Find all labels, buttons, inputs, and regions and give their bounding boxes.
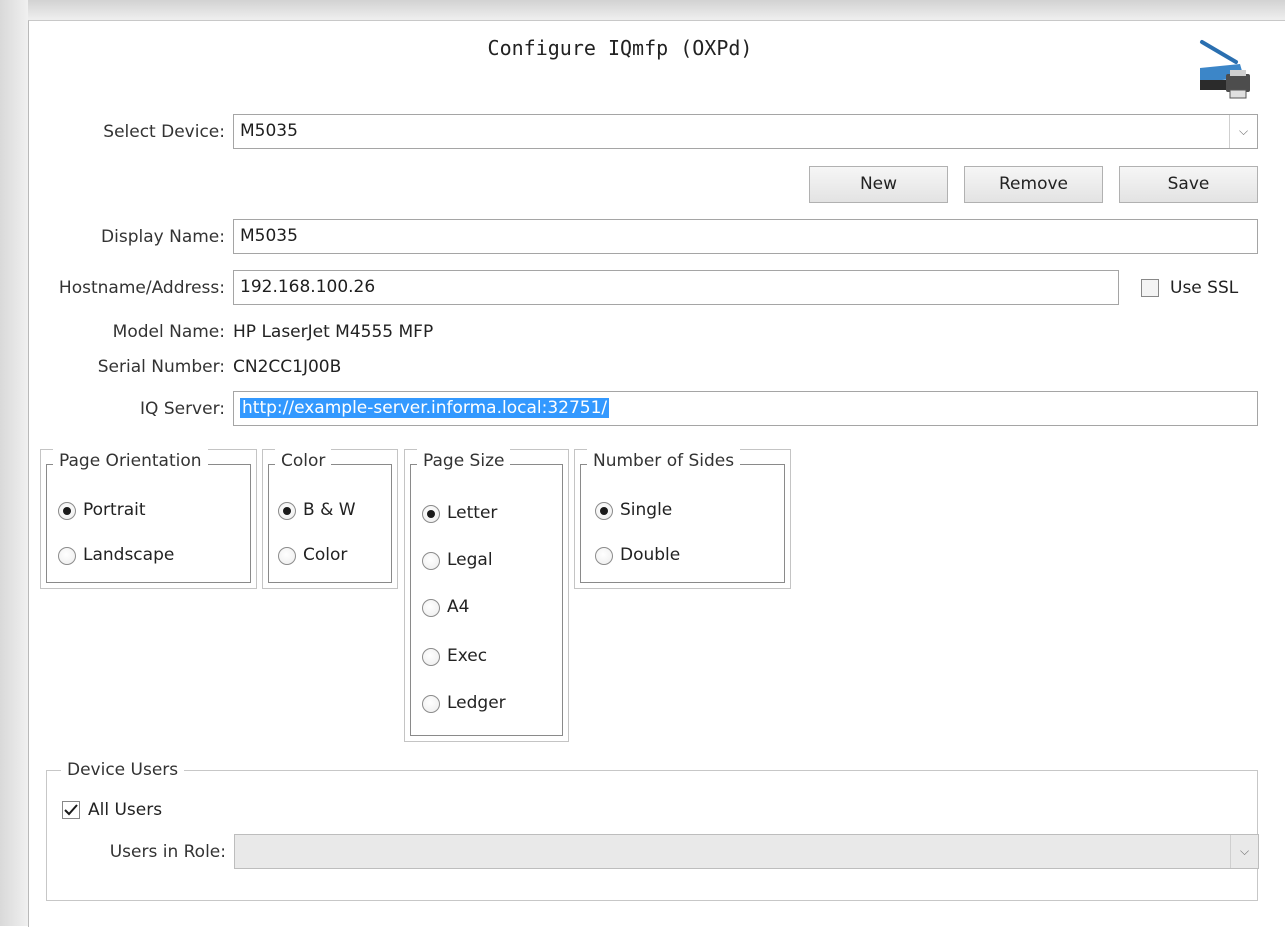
radio-label: A4 — [447, 597, 470, 617]
radio-circle — [595, 547, 613, 565]
display-name-label: Display Name: — [101, 227, 225, 247]
number-of-sides-group: Number of Sides Single Double — [574, 449, 791, 589]
dialog-title: Configure IQmfp (OXPd) — [487, 36, 753, 60]
radio-circle — [595, 502, 613, 520]
iq-server-value: http://example-server.informa.local:3275… — [240, 398, 610, 418]
radio-circle — [278, 547, 296, 565]
page-orientation-frame — [46, 464, 251, 583]
page-size-title: Page Size — [417, 449, 511, 473]
radio-dot — [63, 507, 71, 515]
iq-server-field[interactable]: http://example-server.informa.local:3275… — [233, 391, 1258, 426]
hostname-label: Hostname/Address: — [58, 278, 225, 298]
page-size-group: Page Size Letter Legal A4 Exec Ledger — [404, 449, 569, 742]
radio-label: Double — [620, 545, 681, 565]
radio-label: B & W — [303, 500, 356, 520]
radio-dot — [283, 507, 291, 515]
serial-number-value: CN2CC1J00B — [233, 357, 342, 377]
display-name-field[interactable]: M5035 — [233, 219, 1258, 254]
all-users-checkbox[interactable] — [62, 801, 80, 819]
model-name-value: HP LaserJet M4555 MFP — [233, 322, 434, 342]
radio-label: Landscape — [83, 545, 175, 565]
number-of-sides-title: Number of Sides — [587, 449, 741, 473]
users-in-role-dropdown[interactable]: ⌵ — [234, 834, 1259, 869]
color-title: Color — [275, 449, 332, 473]
radio-circle — [278, 502, 296, 520]
remove-button[interactable]: Remove — [964, 166, 1103, 203]
chevron-down-icon[interactable]: ⌵ — [1230, 835, 1258, 868]
checkmark-icon — [64, 804, 78, 816]
new-button[interactable]: New — [809, 166, 948, 203]
use-ssl-label: Use SSL — [1170, 278, 1239, 298]
radio-label: Single — [620, 500, 673, 520]
select-device-dropdown[interactable]: M5035 ⌵ — [233, 114, 1258, 149]
page-orientation-title: Page Orientation — [53, 449, 208, 473]
hostname-value: 192.168.100.26 — [240, 277, 376, 297]
radio-label: Letter — [447, 503, 498, 523]
display-name-value: M5035 — [240, 226, 298, 246]
iq-server-label: IQ Server: — [140, 399, 225, 419]
model-name-label: Model Name: — [112, 322, 225, 342]
scanner-printer-icon — [1200, 40, 1250, 99]
radio-circle — [422, 648, 440, 666]
color-group: Color B & W Color — [262, 449, 398, 589]
radio-label: Exec — [447, 646, 488, 666]
users-in-role-label: Users in Role: — [109, 842, 226, 862]
window-shadow-top — [0, 0, 1285, 20]
all-users-label: All Users — [88, 800, 163, 820]
color-frame — [268, 464, 392, 583]
radio-circle — [58, 502, 76, 520]
radio-circle — [422, 599, 440, 617]
radio-label: Ledger — [447, 693, 506, 713]
radio-label: Legal — [447, 550, 493, 570]
chevron-down-icon[interactable]: ⌵ — [1229, 115, 1257, 148]
device-users-group: Device Users All Users Users in Role: ⌵ — [46, 758, 1259, 901]
radio-dot — [427, 510, 435, 518]
page-orientation-group: Page Orientation Portrait Landscape — [40, 449, 257, 589]
radio-circle — [422, 505, 440, 523]
select-device-value: M5035 — [240, 121, 298, 141]
radio-dot — [600, 507, 608, 515]
radio-label: Color — [303, 545, 348, 565]
radio-circle — [422, 695, 440, 713]
select-device-label: Select Device: — [103, 122, 225, 142]
use-ssl-checkbox[interactable] — [1141, 279, 1159, 297]
save-button[interactable]: Save — [1119, 166, 1258, 203]
hostname-field[interactable]: 192.168.100.26 — [233, 270, 1119, 305]
serial-number-label: Serial Number: — [97, 357, 225, 377]
radio-circle — [58, 547, 76, 565]
device-users-title: Device Users — [61, 758, 185, 782]
radio-circle — [422, 552, 440, 570]
radio-label: Portrait — [83, 500, 146, 520]
number-of-sides-frame — [580, 464, 785, 583]
